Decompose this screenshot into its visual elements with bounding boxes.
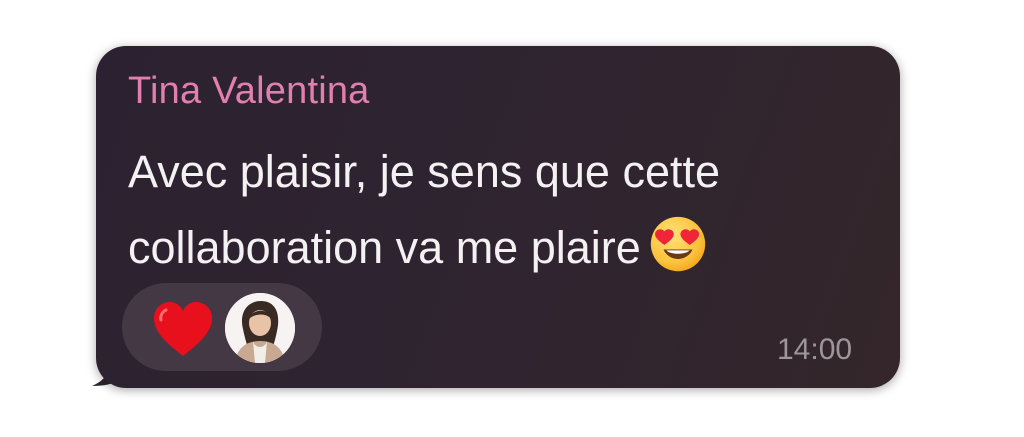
message-timestamp: 14:00 xyxy=(777,333,853,366)
message-text-line-with-emoji: collaboration va me plaire xyxy=(128,210,868,286)
message-text: Avec plaisir, je sens que cette collabor… xyxy=(128,134,868,286)
sender-name[interactable]: Tina Valentina xyxy=(128,70,370,113)
heart-eyes-emoji-icon xyxy=(650,216,705,272)
message-text-line: collaboration va me plaire xyxy=(128,222,641,273)
message-text-line: Avec plaisir, je sens que cette xyxy=(128,146,721,197)
red-heart-icon[interactable] xyxy=(152,300,214,358)
avatar[interactable] xyxy=(225,293,295,363)
chat-message-view: Tina Valentina Avec plaisir, je sens que… xyxy=(0,0,1024,437)
avatar-portrait xyxy=(225,293,295,363)
